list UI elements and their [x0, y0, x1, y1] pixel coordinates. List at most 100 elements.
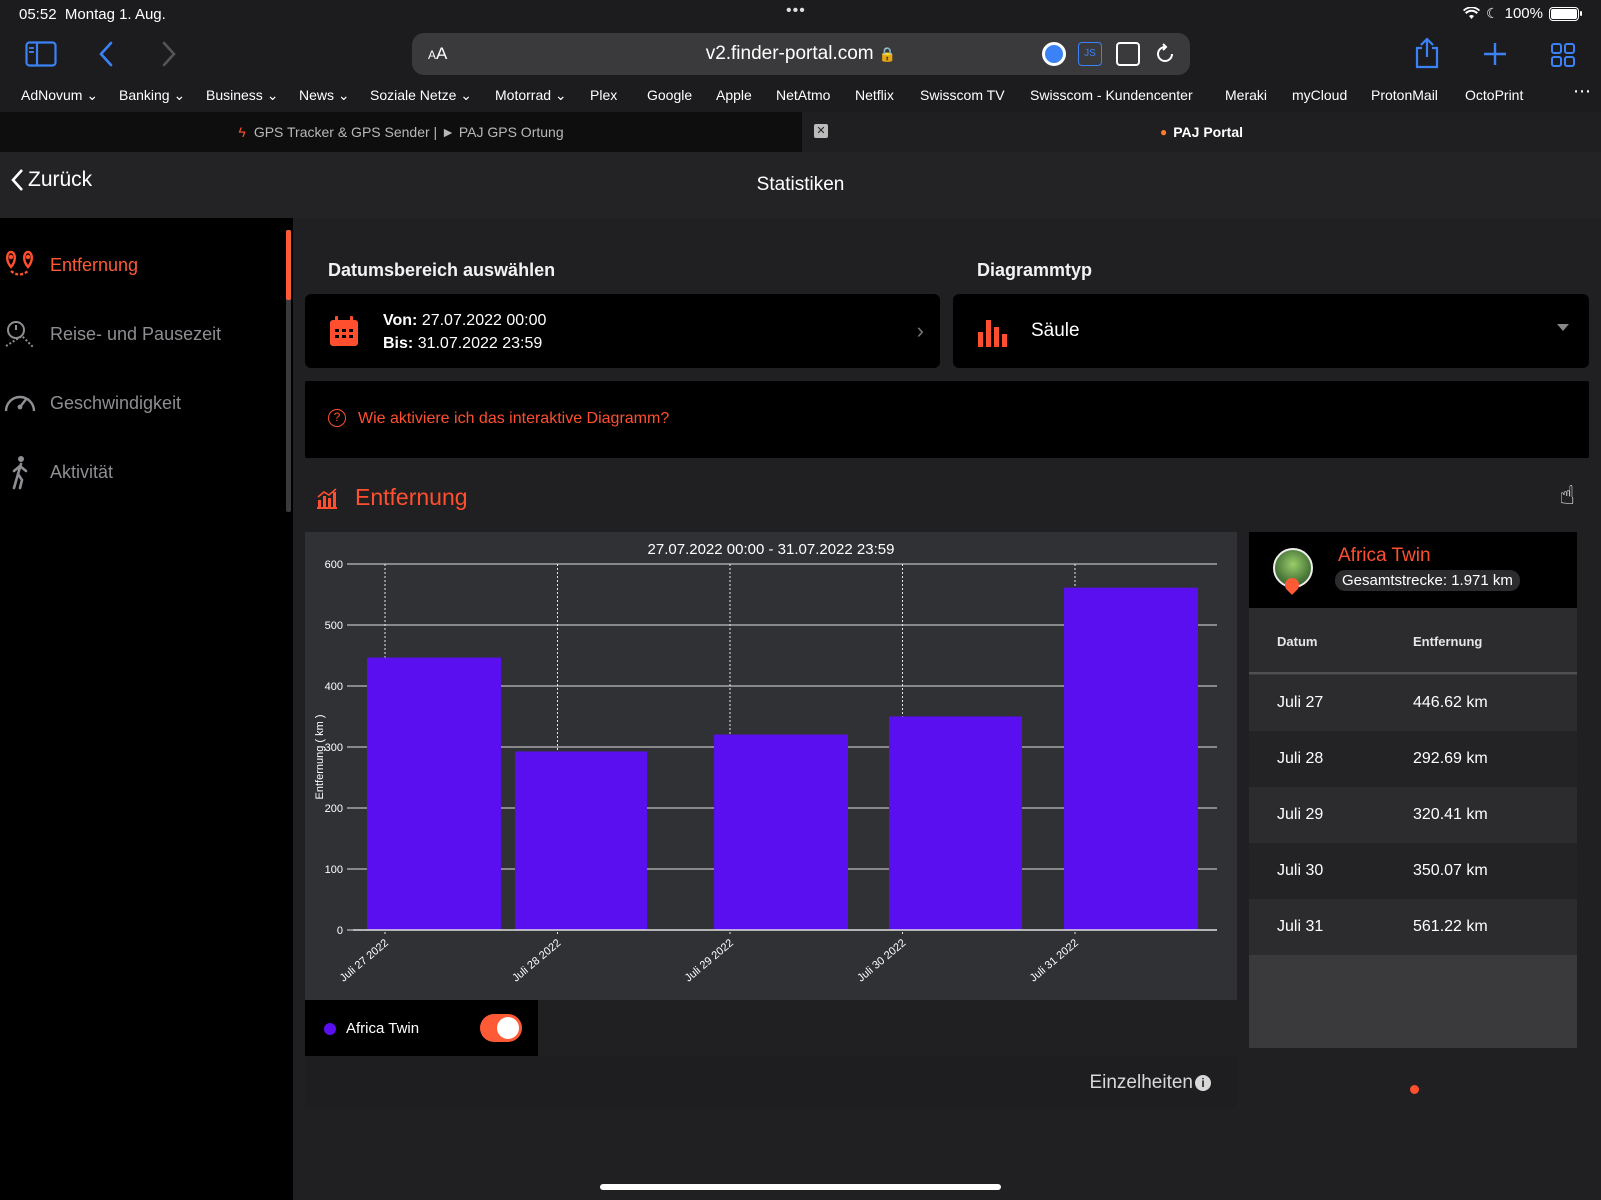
bookmark-google[interactable]: Google — [647, 87, 692, 103]
speedometer-icon — [4, 395, 36, 412]
y-tick-label: 200 — [325, 803, 343, 815]
tab-gps-tracker[interactable]: ϟ GPS Tracker & GPS Sender | ► PAJ GPS O… — [0, 112, 802, 152]
tab-title: PAJ Portal — [1173, 124, 1243, 140]
table-header: Datum Entfernung — [1249, 608, 1577, 674]
js-extension-icon[interactable]: JS — [1078, 42, 1102, 66]
bar-chart[interactable]: 27.07.2022 00:00 - 31.07.2022 23:59 0 100 2… — [305, 532, 1237, 1000]
new-tab-plus-icon[interactable] — [1483, 42, 1507, 66]
bookmark-netatmo[interactable]: NetAtmo — [776, 87, 830, 103]
bookmark-banking[interactable]: Banking ⌄ — [119, 87, 185, 104]
bookmark-motorrad[interactable]: Motorrad ⌄ — [495, 87, 567, 104]
map-pin-icon: ● — [1159, 125, 1168, 139]
vehicle-header: Africa Twin Gesamtstrecke: 1.971 km — [1249, 532, 1577, 608]
sidebar-toggle-icon[interactable] — [25, 41, 57, 67]
question-circle-icon: ? — [328, 409, 346, 427]
x-tick-label: Juli 27 2022 — [338, 937, 391, 984]
interactive-hand-icon[interactable]: ☝ — [1559, 480, 1575, 511]
pagination-dot[interactable] — [1410, 1085, 1419, 1094]
bar — [367, 657, 501, 930]
table-row: Juli 28 292.69 km — [1249, 731, 1577, 787]
bookmark-mycloud[interactable]: myCloud — [1292, 87, 1347, 103]
y-tick-label: 300 — [325, 742, 343, 754]
route-pins-icon — [6, 250, 33, 276]
chevron-right-icon: › — [916, 318, 924, 343]
y-tick-label: 100 — [325, 864, 343, 876]
bookmark-business[interactable]: Business ⌄ — [206, 87, 278, 104]
y-tick-label: 400 — [325, 681, 343, 693]
page-title: Statistiken — [756, 174, 845, 195]
sidebar-item-geschwindigkeit[interactable]: Geschwindigkeit — [0, 375, 280, 431]
sidebar-item-reise-pausezeit[interactable]: Reise- und Pausezeit — [0, 306, 280, 362]
forward-arrow-icon[interactable] — [161, 41, 177, 67]
tab-paj-portal[interactable]: ✕ ● PAJ Portal — [802, 112, 1601, 152]
col-distance-header: Entfernung — [1413, 634, 1483, 649]
bookmark-meraki[interactable]: Meraki — [1225, 87, 1267, 103]
walking-icon — [12, 456, 28, 490]
bookmark-netflix[interactable]: Netflix — [855, 87, 894, 103]
chevron-down-icon: ⌄ — [554, 87, 567, 103]
distance-table: Africa Twin Gesamtstrecke: 1.971 km Datu… — [1249, 532, 1577, 1048]
bookmark-adnovum[interactable]: AdNovum ⌄ — [21, 87, 98, 104]
address-bar[interactable]: AA v2.finder-portal.com 🔒 JS — [412, 33, 1190, 75]
main-content: Datumsbereich auswählen Diagrammtyp Von:… — [293, 218, 1601, 1200]
bookmark-octoprint[interactable]: OctoPrint — [1465, 87, 1523, 103]
bookmark-news[interactable]: News ⌄ — [299, 87, 350, 104]
url-text[interactable]: v2.finder-portal.com 🔒 — [412, 43, 1190, 65]
y-axis-label: Entfernung ( km ) — [314, 715, 326, 800]
bookmarks-bar: AdNovum ⌄ Banking ⌄ Business ⌄ News ⌄ So… — [0, 80, 1601, 112]
date-range-picker[interactable]: Von: 27.07.2022 00:00 Bis: 31.07.2022 23… — [305, 294, 940, 368]
paj-flash-icon: ϟ — [238, 124, 246, 140]
close-tab-icon[interactable]: ✕ — [814, 124, 828, 138]
wifi-icon — [1463, 7, 1481, 19]
chart-section-title: Entfernung — [355, 484, 468, 510]
reload-icon[interactable] — [1154, 43, 1176, 65]
bookmark-protonmail[interactable]: ProtonMail — [1371, 87, 1438, 103]
y-tick-label: 500 — [325, 620, 343, 632]
lock-icon: 🔒 — [878, 46, 897, 62]
bookmark-apple[interactable]: Apple — [716, 87, 752, 103]
chart-type-select[interactable]: Säule — [953, 294, 1589, 368]
tab-overview-icon[interactable] — [1550, 42, 1576, 68]
chevron-down-icon: ⌄ — [86, 87, 99, 103]
bookmark-plex[interactable]: Plex — [590, 87, 617, 103]
bookmark-soziale-netze[interactable]: Soziale Netze ⌄ — [370, 87, 472, 104]
table-row: Juli 29 320.41 km — [1249, 787, 1577, 843]
x-tick-label: Juli 29 2022 — [683, 937, 736, 984]
browser-toolbar: AA v2.finder-portal.com 🔒 JS — [0, 28, 1601, 80]
more-bookmarks-icon[interactable]: ⋯ — [1573, 81, 1591, 102]
tab-bar: ϟ GPS Tracker & GPS Sender | ► PAJ GPS O… — [0, 112, 1601, 152]
chevron-down-icon: ⌄ — [266, 87, 279, 103]
moon-icon: ☾ — [1486, 5, 1499, 21]
chart-header: Entfernung — [315, 484, 468, 511]
chevron-down-icon: ⌄ — [337, 87, 350, 103]
share-icon[interactable] — [1414, 37, 1440, 69]
info-icon: i — [1195, 1075, 1211, 1091]
multitasking-dots-icon[interactable]: ••• — [786, 2, 806, 20]
bar-chart-icon — [978, 320, 1007, 347]
legend-series-name: Africa Twin — [346, 1020, 420, 1037]
legend-color-swatch — [324, 1023, 336, 1035]
bookmark-swisscom-kundencenter[interactable]: Swisscom - Kundencenter — [1030, 87, 1193, 103]
date-range-text: Von: 27.07.2022 00:00 Bis: 31.07.2022 23… — [383, 312, 547, 352]
help-link[interactable]: Wie aktiviere ich das interaktive Diagra… — [358, 410, 669, 428]
calendar-icon — [330, 316, 358, 346]
password-manager-icon[interactable] — [1042, 42, 1066, 66]
vehicle-name: Africa Twin — [1338, 545, 1431, 566]
x-tick-label: Juli 28 2022 — [510, 937, 563, 984]
sidebar-item-entfernung[interactable]: Entfernung — [0, 237, 280, 293]
col-date-header: Datum — [1277, 634, 1318, 649]
series-toggle[interactable] — [480, 1014, 522, 1042]
back-arrow-icon[interactable] — [98, 41, 114, 67]
sidebar-item-label: Geschwindigkeit — [50, 392, 182, 413]
extension-icon[interactable] — [1116, 42, 1140, 66]
details-button[interactable]: Einzelheiten i — [1089, 1072, 1211, 1094]
bookmark-swisscom-tv[interactable]: Swisscom TV — [920, 87, 1005, 103]
table-row: Juli 30 350.07 km — [1249, 843, 1577, 899]
bar — [515, 751, 647, 930]
sidebar-item-aktivitaet[interactable]: Aktivität — [0, 444, 280, 500]
sidebar-item-label: Aktivität — [50, 461, 114, 482]
app-header: Zurück Statistiken — [0, 152, 1601, 218]
chart-type-label: Diagrammtyp — [977, 260, 1093, 280]
sidebar-scrollbar[interactable] — [286, 230, 291, 512]
chart-type-value: Säule — [1031, 320, 1080, 341]
